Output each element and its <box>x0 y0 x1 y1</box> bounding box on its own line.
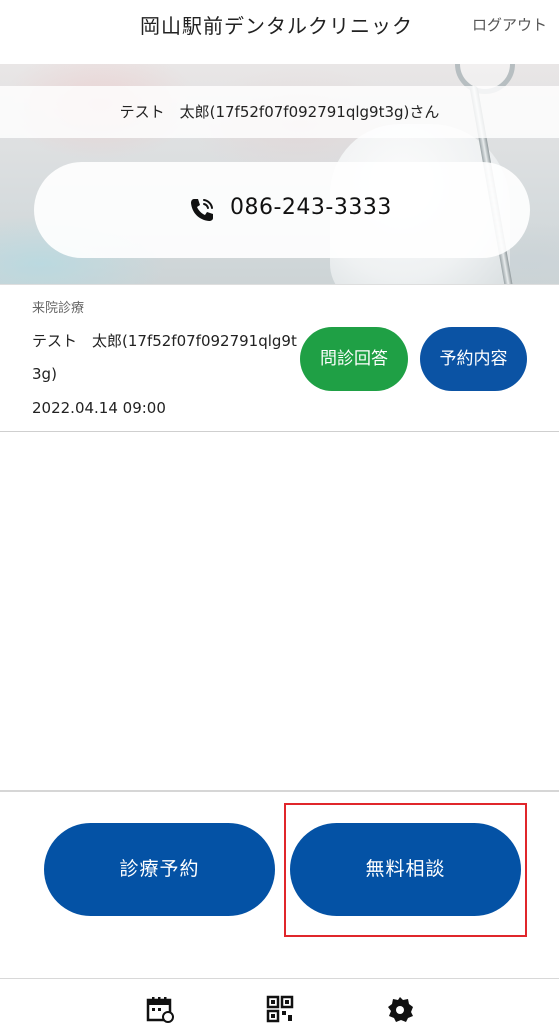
qr-code-icon[interactable] <box>266 995 294 1023</box>
bottom-nav <box>0 978 559 1024</box>
gear-icon[interactable] <box>386 995 414 1023</box>
phone-number: 086-243-3333 <box>230 195 392 220</box>
section-divider <box>0 790 559 792</box>
questionnaire-button[interactable]: 問診回答 <box>300 327 408 391</box>
calendar-icon[interactable] <box>146 995 174 1023</box>
phone-call-button[interactable]: 086-243-3333 <box>34 162 530 258</box>
highlight-frame <box>284 803 527 937</box>
patient-name: テスト 太郎(17f52f07f092791qlg9t3g) <box>32 332 297 383</box>
appointment-card: 来院診療 テスト 太郎(17f52f07f092791qlg9t3g) 2022… <box>0 284 559 432</box>
reserve-button[interactable]: 診療予約 <box>44 823 275 916</box>
hero-banner: テスト 太郎(17f52f07f092791qlg9t3g)さん 086-243… <box>0 64 559 284</box>
app-header: 岡山駅前デンタルクリニック ログアウト <box>0 0 559 56</box>
clinic-title: 岡山駅前デンタルクリニック <box>140 14 413 38</box>
reservation-details-button[interactable]: 予約内容 <box>420 327 527 391</box>
logout-link[interactable]: ログアウト <box>472 14 547 35</box>
appointment-type-label: 来院診療 <box>32 301 85 316</box>
user-name: テスト 太郎(17f52f07f092791qlg9t3g)さん <box>119 103 440 121</box>
appointment-datetime: 2022.04.14 09:00 <box>32 399 166 417</box>
phone-icon <box>191 199 213 221</box>
user-name-strip: テスト 太郎(17f52f07f092791qlg9t3g)さん <box>0 86 559 138</box>
